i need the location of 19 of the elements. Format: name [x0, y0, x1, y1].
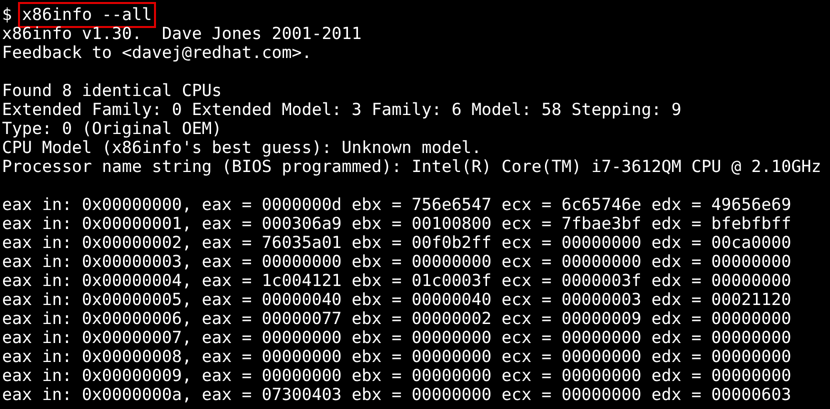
- output-line: eax in: 0x0000000a, eax = 07300403 ebx = 00000000 ecx = 00000000 edx = 00000603: [2, 385, 792, 404]
- output-line: eax in: 0x00000009, eax = 00000000 ebx = 00000000 ecx = 00000000 edx = 00000000: [2, 366, 792, 385]
- prompt: $: [2, 5, 12, 24]
- output-line: eax in: 0x00000004, eax = 1c004121 ebx = 01c0003f ecx = 0000003f edx = 00000000: [2, 271, 792, 290]
- command-text: x86info --all: [18, 2, 156, 28]
- output-line: eax in: 0x00000008, eax = 00000000 ebx = 00000000 ecx = 00000000 edx = 00000000: [2, 347, 792, 366]
- output-line: Extended Family: 0 Extended Model: 3 Family: 6 Model: 58 Stepping: 9: [2, 100, 682, 119]
- output-line: eax in: 0x00000003, eax = 00000000 ebx = 00000000 ecx = 00000000 edx = 00000000: [2, 252, 792, 271]
- output-line: eax in: 0x00000002, eax = 76035a01 ebx = 00f0b2ff ecx = 00000000 edx = 00ca0000: [2, 233, 792, 252]
- output-line: eax in: 0x00000001, eax = 000306a9 ebx = 00100800 ecx = 7fbae3bf edx = bfebfbff: [2, 214, 792, 233]
- output-line: Processor name string (BIOS programmed): Intel(R) Core(TM) i7-3612QM CPU @ 2.10GHz: [2, 157, 822, 176]
- output-line: CPU Model (x86info's best guess): Unknown model.: [2, 138, 482, 157]
- output-line: Feedback to <davej@redhat.com>.: [2, 43, 312, 62]
- output-line: eax in: 0x00000005, eax = 00000040 ebx = 00000040 ecx = 00000003 edx = 00021120: [2, 290, 792, 309]
- output-line: eax in: 0x00000000, eax = 0000000d ebx = 756e6547 ecx = 6c65746e edx = 49656e69: [2, 195, 792, 214]
- output-line: eax in: 0x00000007, eax = 00000000 ebx = 00000000 ecx = 00000000 edx = 00000000: [2, 328, 792, 347]
- output-line: eax in: 0x00000006, eax = 00000077 ebx = 00000002 ecx = 00000009 edx = 00000000: [2, 309, 792, 328]
- output-line: Found 8 identical CPUs: [2, 81, 222, 100]
- output-line: Type: 0 (Original OEM): [2, 119, 222, 138]
